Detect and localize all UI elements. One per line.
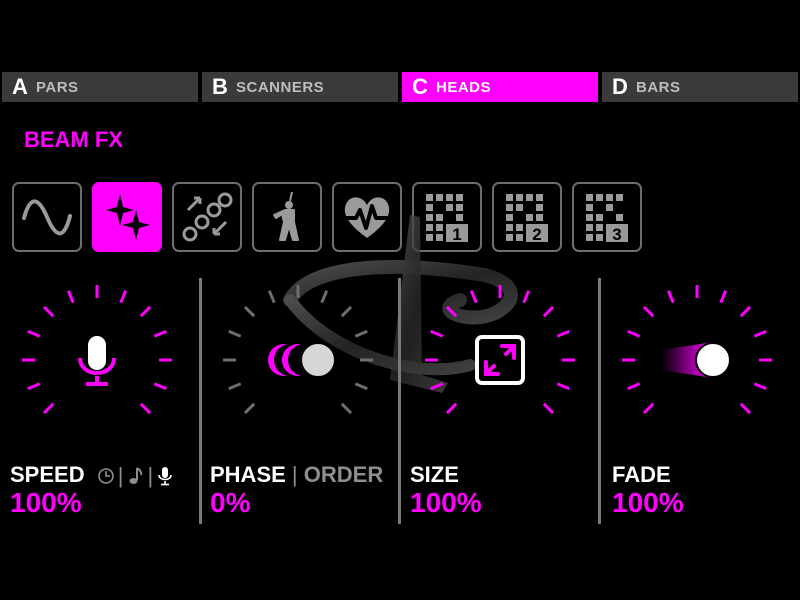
tab-letter: C xyxy=(412,74,428,99)
dial-tick xyxy=(153,382,167,391)
separator: | xyxy=(117,463,124,489)
dial-tick xyxy=(542,402,555,415)
dial-tick xyxy=(320,290,329,304)
tab-label: SCANNERS xyxy=(236,78,325,96)
size-value: 100% xyxy=(410,487,482,518)
phase-circles-icon xyxy=(268,342,336,378)
dial-tick xyxy=(340,305,353,318)
phase-dial[interactable] xyxy=(218,280,378,440)
dial-tick xyxy=(542,305,555,318)
tab-pars[interactable]: A PARS xyxy=(2,72,198,102)
speed-dial[interactable] xyxy=(17,280,177,440)
dial-tick xyxy=(642,402,655,415)
dial-tick xyxy=(753,382,767,391)
effect-grid-3-button[interactable]: 3 xyxy=(572,182,642,252)
size-label: SIZE xyxy=(410,462,459,487)
dial-tick xyxy=(430,329,444,338)
dial-tick xyxy=(340,402,353,415)
tab-label: BARS xyxy=(636,78,681,96)
dial-tick xyxy=(139,305,152,318)
divider xyxy=(398,278,401,524)
effect-sine-button[interactable] xyxy=(12,182,82,252)
dial-tick xyxy=(27,329,41,338)
speed-label-text: SPEED xyxy=(10,462,85,487)
dial-tick xyxy=(445,305,458,318)
divider xyxy=(598,278,601,524)
clock-icon[interactable] xyxy=(97,466,115,486)
speed-label: SPEED | | xyxy=(10,462,174,489)
dial-tick xyxy=(354,382,368,391)
fade-dial-ticks xyxy=(622,285,772,415)
dial-tick xyxy=(666,290,675,304)
speed-mode-icons: | | xyxy=(97,463,174,489)
fixture-tabs: A PARS B SCANNERS C HEADS D BARS xyxy=(0,72,800,102)
dial-tick xyxy=(430,382,444,391)
fade-value: 100% xyxy=(612,487,684,518)
microphone-icon[interactable] xyxy=(156,466,174,486)
dial-tick xyxy=(267,290,276,304)
tab-letter: B xyxy=(212,74,228,99)
separator: | xyxy=(147,463,154,489)
effect-dots-button[interactable] xyxy=(172,182,242,252)
size-dial-ticks xyxy=(425,285,575,415)
tab-heads[interactable]: C HEADS xyxy=(402,72,598,102)
effect-sparkle-button[interactable] xyxy=(92,182,162,252)
dial-tick xyxy=(228,329,242,338)
dial-tick xyxy=(627,329,641,338)
dial-tick xyxy=(42,305,55,318)
dial-tick xyxy=(354,329,368,338)
dial-tick xyxy=(66,290,75,304)
phase-dial-ticks xyxy=(223,285,373,415)
dots-arrows-icon xyxy=(182,192,233,242)
dial-tick xyxy=(627,382,641,391)
dial-tick xyxy=(719,290,728,304)
dial-tick xyxy=(228,382,242,391)
speed-value: 100% xyxy=(10,487,82,518)
dial-tick xyxy=(753,329,767,338)
dial-tick xyxy=(642,305,655,318)
separator: | xyxy=(291,462,298,487)
divider xyxy=(199,278,202,524)
dial-tick xyxy=(556,382,570,391)
dial-tick xyxy=(522,290,531,304)
fade-dial[interactable] xyxy=(617,280,777,440)
grid-badge: 3 xyxy=(612,225,621,244)
dial-tick xyxy=(739,305,752,318)
dial-tick xyxy=(139,402,152,415)
music-note-icon[interactable] xyxy=(126,466,144,486)
dial-tick xyxy=(739,402,752,415)
dial-tick xyxy=(243,402,256,415)
sparkle-icon xyxy=(106,194,150,240)
fade-label: FADE xyxy=(612,462,671,487)
dial-tick xyxy=(445,402,458,415)
microphone-icon xyxy=(78,336,116,386)
section-title: BEAM FX xyxy=(24,127,123,152)
dial-tick xyxy=(153,329,167,338)
grid-pattern-3-icon: 3 xyxy=(586,194,628,244)
phase-value: 0% xyxy=(210,487,251,518)
tab-bars[interactable]: D BARS xyxy=(602,72,798,102)
fade-ball-icon xyxy=(661,342,731,378)
phase-label-text[interactable]: PHASE xyxy=(210,462,286,487)
tab-letter: D xyxy=(612,74,628,99)
speed-dial-ticks xyxy=(22,285,172,415)
dial-tick xyxy=(243,305,256,318)
phase-label: PHASE | ORDER xyxy=(210,462,383,488)
dial-tick xyxy=(469,290,478,304)
dial-tick xyxy=(27,382,41,391)
dial-tick xyxy=(42,402,55,415)
dial-tick xyxy=(119,290,128,304)
app-root: A PARS B SCANNERS C HEADS D BARS BEAM FX xyxy=(0,0,800,600)
tab-scanners[interactable]: B SCANNERS xyxy=(202,72,398,102)
tab-label: HEADS xyxy=(436,78,492,96)
expand-icon xyxy=(475,335,525,385)
dial-tick xyxy=(556,329,570,338)
sine-wave-icon xyxy=(22,199,72,236)
tab-label: PARS xyxy=(36,78,79,96)
tab-letter: A xyxy=(12,74,28,99)
size-dial[interactable] xyxy=(420,280,580,440)
order-label-text[interactable]: ORDER xyxy=(304,462,383,487)
